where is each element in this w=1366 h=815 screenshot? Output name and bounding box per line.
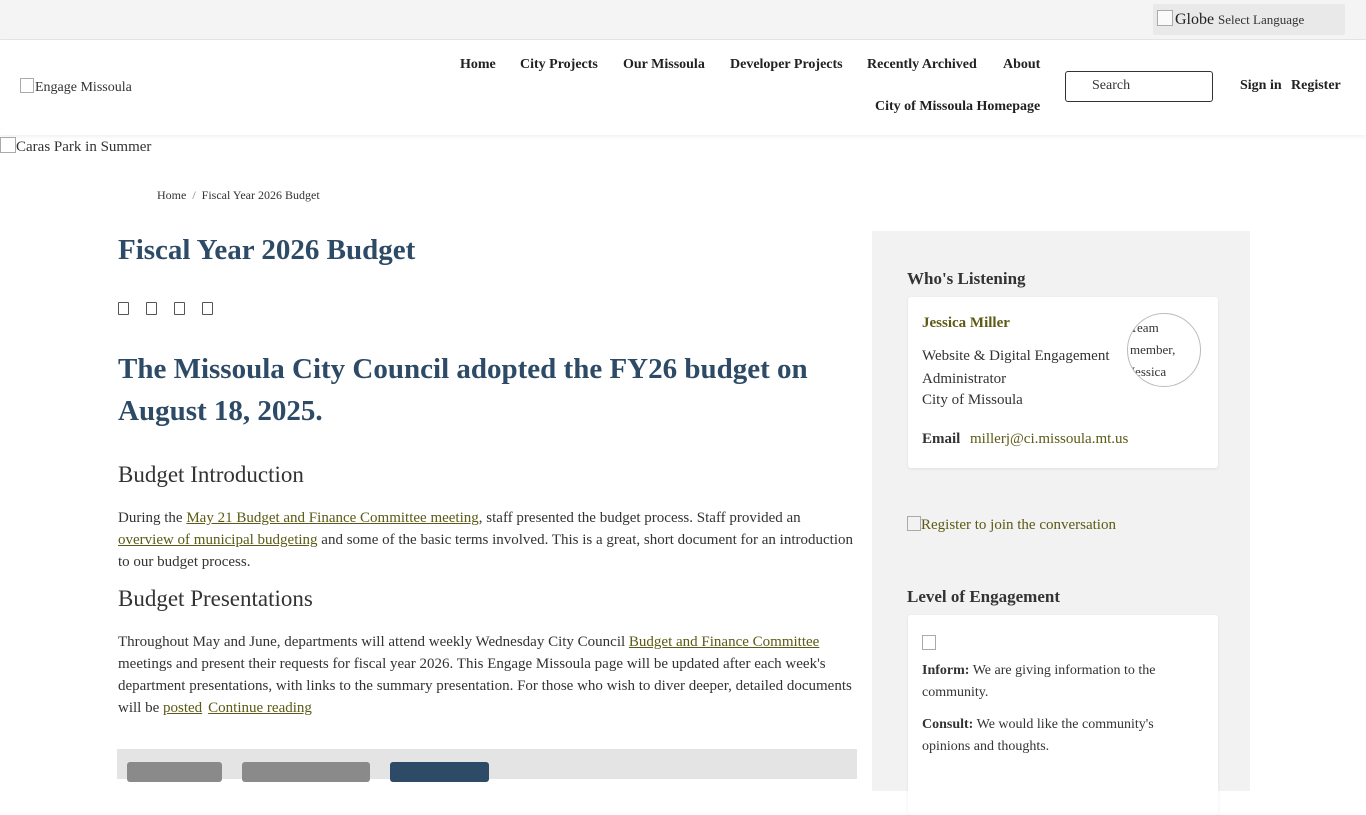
hero-alt-text: Caras Park in Summer <box>16 139 152 155</box>
avatar-alt-text: Team member, Jessica <box>1130 320 1176 379</box>
nav-developer-projects[interactable]: Developer Projects <box>730 57 843 73</box>
share-buttons <box>118 302 230 320</box>
search-input[interactable] <box>1092 77 1207 95</box>
broken-image-icon <box>0 137 16 153</box>
member-role: Website & Digital Engagement Administrat… <box>922 348 1110 387</box>
document-button[interactable] <box>127 762 222 782</box>
member-organization: City of Missoula <box>922 392 1023 408</box>
breadcrumb-separator: / <box>192 188 196 202</box>
register-link[interactable]: Register <box>1291 78 1341 94</box>
engagement-image-icon <box>922 635 936 650</box>
logo-alt-text: Engage Missoula <box>35 80 132 95</box>
nav-city-projects[interactable]: City Projects <box>520 57 598 73</box>
linkedin-icon[interactable] <box>174 302 185 315</box>
site-logo[interactable]: Engage Missoula <box>20 78 132 96</box>
document-button[interactable] <box>390 762 489 782</box>
email-label: Email <box>922 431 961 447</box>
site-header: Engage Missoula Home City Projects Our M… <box>0 40 1366 135</box>
link-posted[interactable]: posted <box>163 700 202 716</box>
presentations-paragraph: Throughout May and June, departments wil… <box>118 631 856 719</box>
globe-icon: Globe <box>1157 10 1214 29</box>
register-alt-text: Register to join the conversation <box>921 517 1116 533</box>
avatar: Team member, Jessica <box>1127 313 1201 387</box>
member-email-link[interactable]: millerj@ci.missoula.mt.us <box>970 431 1128 448</box>
whos-listening-heading: Who's Listening <box>907 269 1026 288</box>
page-title: Fiscal Year 2026 Budget <box>118 234 416 266</box>
nav-our-missoula[interactable]: Our Missoula <box>623 57 705 73</box>
breadcrumb-current: Fiscal Year 2026 Budget <box>201 188 320 202</box>
sidebar: Who's Listening Jessica Miller Website &… <box>872 231 1250 815</box>
nav-home[interactable]: Home <box>460 57 496 73</box>
link-municipal-budgeting-overview[interactable]: overview of municipal budgeting <box>118 532 318 548</box>
section-heading-introduction: Budget Introduction <box>118 462 304 487</box>
facebook-icon[interactable] <box>118 302 129 315</box>
broken-image-icon <box>20 78 34 93</box>
twitter-icon[interactable] <box>146 302 157 315</box>
nav-recently-archived[interactable]: Recently Archived <box>867 57 977 73</box>
top-bar: Globe Select Language <box>0 0 1366 40</box>
team-member-card: Jessica Miller Website & Digital Engagem… <box>908 297 1218 468</box>
engagement-card: Inform: We are giving information to the… <box>908 615 1218 815</box>
level-of-engagement-heading: Level of Engagement <box>907 587 1060 606</box>
engagement-label: Inform: <box>922 663 970 678</box>
presentations-text: Throughout May and June, departments wil… <box>118 634 629 650</box>
intro-text: , staff presented the budget process. St… <box>478 510 801 526</box>
member-name: Jessica Miller <box>922 315 1010 331</box>
link-budget-finance-committee[interactable]: Budget and Finance Committee <box>629 634 819 650</box>
hero-image: Caras Park in Summer <box>0 137 151 156</box>
nav-city-homepage[interactable]: City of Missoula Homepage <box>875 99 1040 115</box>
engagement-item-inform: Inform: We are giving information to the… <box>922 660 1192 704</box>
language-selector[interactable]: Globe Select Language <box>1153 4 1345 35</box>
search-box[interactable] <box>1065 71 1213 102</box>
continue-reading-link[interactable]: Continue reading <box>208 700 312 716</box>
document-button[interactable] <box>242 762 370 782</box>
register-conversation-link[interactable]: Register to join the conversation <box>907 516 1116 534</box>
headline: The Missoula City Council adopted the FY… <box>118 353 808 427</box>
link-budget-finance-meeting[interactable]: May 21 Budget and Finance Committee meet… <box>186 510 478 526</box>
engagement-item-consult: Consult: We would like the community's o… <box>922 714 1192 758</box>
broken-image-icon <box>1157 10 1173 26</box>
breadcrumb: Home / Fiscal Year 2026 Budget <box>157 188 320 203</box>
nav-about[interactable]: About <box>1003 57 1040 73</box>
engagement-label: Consult: <box>922 717 974 732</box>
breadcrumb-home[interactable]: Home <box>157 188 186 202</box>
email-icon[interactable] <box>202 302 213 315</box>
intro-text: During the <box>118 510 187 526</box>
language-label[interactable]: Select Language <box>1218 12 1304 28</box>
broken-image-icon <box>907 516 921 531</box>
sign-in-link[interactable]: Sign in <box>1240 78 1282 94</box>
intro-paragraph: During the May 21 Budget and Finance Com… <box>118 507 856 573</box>
document-buttons-bar <box>117 749 857 782</box>
section-heading-presentations: Budget Presentations <box>118 586 313 611</box>
globe-alt-text: Globe <box>1175 11 1215 28</box>
